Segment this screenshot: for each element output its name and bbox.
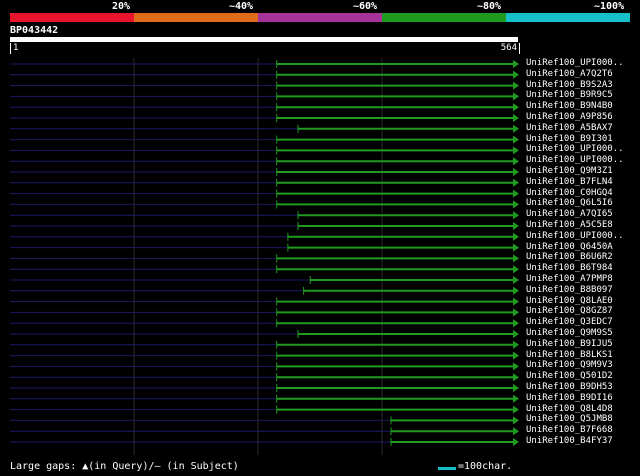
hit-arrow-icon (513, 373, 519, 382)
gaps-legend: Large gaps: ▲(in Query)/— (in Subject) (10, 461, 239, 472)
hit-arrow-icon (513, 362, 519, 371)
hit-label[interactable]: UniRef100_Q6L5I6 (526, 198, 613, 208)
hit-label[interactable]: UniRef100_UPI000.. (526, 58, 624, 68)
scale-legend-text: =100char. (458, 461, 513, 472)
hit-label[interactable]: UniRef100_Q3EDC7 (526, 317, 613, 327)
hit-arrow-icon (513, 200, 519, 209)
hit-arrow-icon (513, 70, 519, 79)
hit-label[interactable]: UniRef100_Q9M9V3 (526, 360, 613, 370)
hit-arrow-icon (513, 405, 519, 414)
hit-label[interactable]: UniRef100_B9I301 (526, 134, 613, 144)
hit-arrow-icon (513, 92, 519, 101)
hit-label[interactable]: UniRef100_B9DI16 (526, 393, 613, 403)
hit-label[interactable]: UniRef100_UPI000.. (526, 144, 624, 154)
hit-label[interactable]: UniRef100_Q6450A (526, 242, 613, 252)
hit-label[interactable]: UniRef100_B8LKS1 (526, 350, 613, 360)
hit-arrow-icon (513, 146, 519, 155)
hit-label[interactable]: UniRef100_A9P856 (526, 112, 613, 122)
hit-label[interactable]: UniRef100_B9R9C5 (526, 90, 613, 100)
hit-label[interactable]: UniRef100_A7QI65 (526, 209, 613, 219)
hit-label[interactable]: UniRef100_A5C5E8 (526, 220, 613, 230)
hit-label[interactable]: UniRef100_B8B097 (526, 285, 613, 295)
hit-arrow-icon (513, 394, 519, 403)
hit-arrow-icon (513, 254, 519, 263)
hit-arrow-icon (513, 243, 519, 252)
hit-arrow-icon (513, 340, 519, 349)
hit-arrow-icon (513, 135, 519, 144)
hit-arrow-icon (513, 351, 519, 360)
hit-arrow-icon (513, 297, 519, 306)
hit-arrow-icon (513, 286, 519, 295)
hit-arrow-icon (513, 330, 519, 338)
hit-label[interactable]: UniRef100_UPI000.. (526, 231, 624, 241)
hit-arrow-icon (513, 178, 519, 187)
hit-label[interactable]: UniRef100_B9S2A3 (526, 80, 613, 90)
hit-label[interactable]: UniRef100_B6U6R2 (526, 252, 613, 262)
hit-label[interactable]: UniRef100_Q501D2 (526, 371, 613, 381)
hit-arrow-icon (513, 384, 519, 392)
hit-label[interactable]: UniRef100_C0HGQ4 (526, 188, 613, 198)
hit-label[interactable]: UniRef100_B6T984 (526, 263, 613, 273)
hit-label[interactable]: UniRef100_Q8GZ87 (526, 306, 613, 316)
hit-label[interactable]: UniRef100_A5BAX7 (526, 123, 613, 133)
hit-label[interactable]: UniRef100_A7Q2T6 (526, 69, 613, 79)
hit-label[interactable]: UniRef100_Q9M3Z1 (526, 166, 613, 176)
hit-arrow-icon (513, 81, 519, 90)
hit-arrow-icon (513, 211, 519, 220)
hit-arrow-icon (513, 319, 519, 328)
hit-label[interactable]: UniRef100_B4FY37 (526, 436, 613, 446)
hit-label[interactable]: UniRef100_A7PMP8 (526, 274, 613, 284)
hit-arrow-icon (513, 438, 519, 446)
hit-label[interactable]: UniRef100_Q5JMB8 (526, 414, 613, 424)
hit-arrow-icon (513, 265, 519, 274)
hit-label[interactable]: UniRef100_B7FLN4 (526, 177, 613, 187)
scale-legend-bar (438, 467, 456, 470)
hit-arrow-icon (513, 124, 519, 133)
hit-arrow-icon (513, 222, 519, 230)
hit-arrow-icon (513, 232, 519, 241)
hit-arrow-icon (513, 427, 519, 436)
hit-label[interactable]: UniRef100_B9IJU5 (526, 339, 613, 349)
hit-arrow-icon (513, 276, 519, 284)
hit-arrow-icon (513, 416, 519, 425)
hit-arrow-icon (513, 103, 519, 112)
hit-label[interactable]: UniRef100_Q8LAE0 (526, 296, 613, 306)
hit-label[interactable]: UniRef100_UPI000.. (526, 155, 624, 165)
hit-arrow-icon (513, 157, 519, 166)
hit-label[interactable]: UniRef100_Q9M9S5 (526, 328, 613, 338)
hit-label[interactable]: UniRef100_B9N4B0 (526, 101, 613, 111)
hit-label[interactable]: UniRef100_B7F668 (526, 425, 613, 435)
hit-label[interactable]: UniRef100_Q8L4D8 (526, 404, 613, 414)
hit-arrow-icon (513, 168, 519, 176)
hit-label[interactable]: UniRef100_B9DH53 (526, 382, 613, 392)
hit-arrow-icon (513, 60, 519, 68)
hit-arrow-icon (513, 114, 519, 122)
hit-arrow-icon (513, 189, 519, 198)
hit-arrow-icon (513, 308, 519, 317)
